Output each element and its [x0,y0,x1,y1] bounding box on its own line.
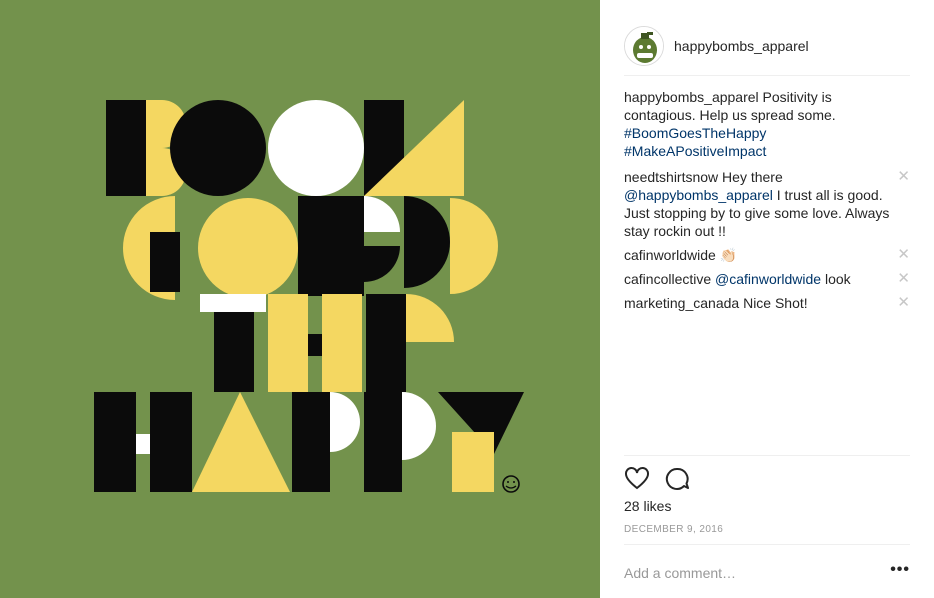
hashtag-boomgoesthehappy[interactable]: #BoomGoesTheHappy [624,124,898,142]
comment-item: marketing_canada Nice Shot! ✕ [624,294,918,312]
boom-goes-the-happy-artwork [0,0,600,598]
grenade-logo-icon [625,26,663,65]
comment-icon[interactable] [664,466,690,492]
avatar[interactable] [624,25,664,66]
comment-list: happybombs_apparel Positivity is contagi… [624,88,918,318]
delete-comment-icon[interactable]: ✕ [897,294,910,312]
comment-item: cafinworldwide 👏🏻 ✕ [624,246,918,264]
post-date: DECEMBER 9, 2016 [624,524,724,535]
post-header: happybombs_apparel [624,16,910,76]
hashtag-makeapositiveimpact[interactable]: #MakeAPositiveImpact [624,142,898,160]
comment-username[interactable]: marketing_canada [624,295,739,311]
comment-text: Hey there [718,169,783,185]
post-image[interactable] [0,0,600,598]
caption-username[interactable]: happybombs_apparel [624,89,759,105]
add-comment-section: ••• [624,544,910,598]
header-username[interactable]: happybombs_apparel [674,38,809,54]
post-sidebar: happybombs_apparel happybombs_apparel Po… [600,0,934,598]
like-count[interactable]: 28 likes [624,498,671,514]
comment-username[interactable]: cafincollective [624,271,711,287]
delete-comment-icon[interactable]: ✕ [897,168,910,186]
comment-text: 👏🏻 [715,247,738,263]
comment-mention[interactable]: @cafinworldwide [715,271,821,287]
add-comment-input[interactable] [624,559,874,587]
comment-item: cafincollective @cafinworldwide look ✕ [624,270,918,288]
action-bar [624,455,910,490]
hashtag-list: #BoomGoesTheHappy #MakeAPositiveImpact [624,124,898,160]
heart-icon[interactable] [624,466,650,492]
delete-comment-icon[interactable]: ✕ [897,270,910,288]
comment-text: look [821,271,851,287]
comment-item: needtshirtsnow Hey there @happybombs_app… [624,168,918,240]
more-options-icon[interactable]: ••• [890,561,910,579]
caption: happybombs_apparel Positivity is contagi… [624,88,918,160]
comment-mention[interactable]: @happybombs_apparel [624,187,773,203]
comment-username[interactable]: cafinworldwide [624,247,716,263]
instagram-post: happybombs_apparel happybombs_apparel Po… [0,0,934,598]
comment-text: Nice Shot! [739,295,808,311]
delete-comment-icon[interactable]: ✕ [897,246,910,264]
comment-username[interactable]: needtshirtsnow [624,169,718,185]
